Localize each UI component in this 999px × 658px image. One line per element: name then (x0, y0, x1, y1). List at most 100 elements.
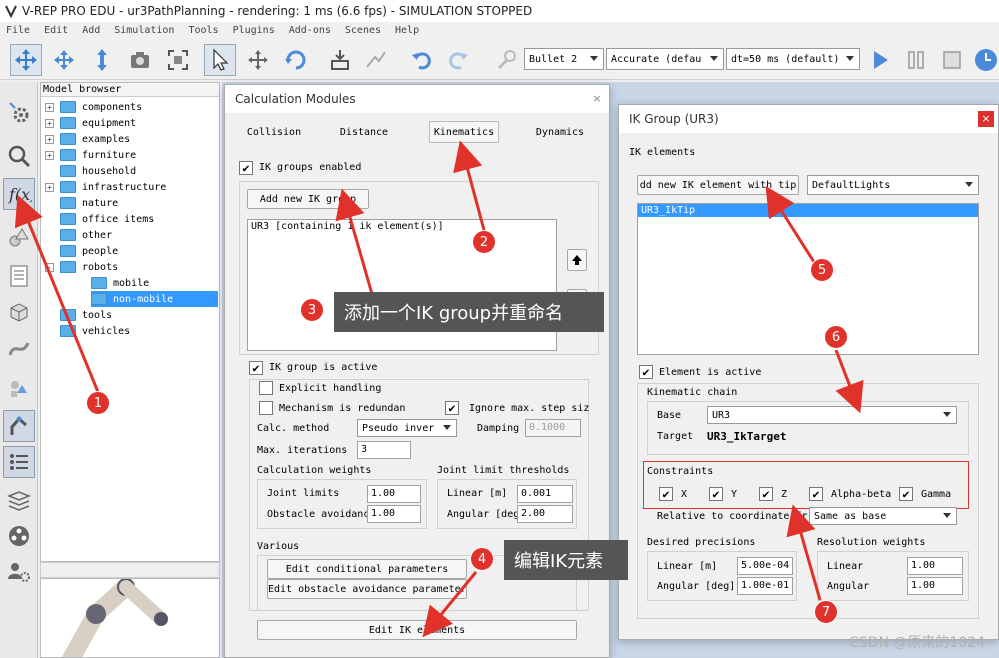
scene-settings-button[interactable] (3, 96, 35, 128)
model-properties-button[interactable] (3, 296, 35, 328)
tree-item-robots[interactable]: - robots (45, 259, 118, 275)
undo-button[interactable] (406, 44, 438, 76)
constraint-gamma-checkbox[interactable]: ✔ (899, 487, 913, 501)
add-shapes-button[interactable] (3, 222, 35, 254)
jlt-angular-input[interactable]: 2.00 (517, 505, 573, 523)
tab-dynamics[interactable]: Dynamics (525, 121, 595, 143)
redo-button[interactable] (442, 44, 474, 76)
tab-collision[interactable]: Collision (237, 121, 311, 143)
simulation-settings-button[interactable] (490, 44, 522, 76)
physics-engine-select[interactable]: Bullet 2 (524, 48, 604, 70)
tree-item-people[interactable]: people (60, 243, 118, 259)
object-rotate-button[interactable] (280, 44, 312, 76)
rw-linear-input[interactable]: 1.00 (907, 557, 963, 575)
layers-button[interactable] (3, 484, 35, 516)
ik-element-list[interactable]: UR3_IkTip (637, 203, 979, 355)
menu-tools[interactable]: Tools (188, 25, 218, 36)
camera-fit-button[interactable] (124, 44, 156, 76)
add-ik-group-button[interactable]: Add new IK group (247, 189, 369, 209)
close-icon[interactable]: × (978, 111, 994, 127)
constraint-z-checkbox[interactable]: ✔ (759, 487, 773, 501)
stop-simulation-button[interactable] (936, 44, 968, 76)
robot-joints-button[interactable] (3, 410, 35, 442)
path-button[interactable] (3, 332, 35, 364)
object-list-button[interactable] (3, 446, 35, 478)
tab-kinematics[interactable]: Kinematics (429, 121, 499, 143)
camera-pan-button[interactable] (10, 44, 42, 76)
joint-limits-input[interactable]: 1.00 (367, 485, 421, 503)
expand-icon[interactable]: + (45, 134, 54, 144)
expand-icon[interactable]: + (45, 102, 54, 112)
edit-obstacle-avoidance-button[interactable]: Edit obstacle avoidance parameters (267, 579, 467, 599)
menu-addons[interactable]: Add-ons (289, 25, 331, 36)
tree-item-equipment[interactable]: + equipment (45, 115, 136, 131)
jlt-linear-input[interactable]: 0.001 (517, 485, 573, 503)
tree-item-tools[interactable]: tools (60, 307, 112, 323)
edit-ik-elements-button[interactable]: Edit IK elements (257, 620, 577, 640)
expand-icon[interactable]: + (45, 118, 54, 128)
camera-shift-button[interactable] (86, 44, 118, 76)
expand-icon[interactable]: + (45, 150, 54, 160)
mechanism-redundant-checkbox[interactable] (259, 401, 273, 415)
menu-scenes[interactable]: Scenes (345, 25, 381, 36)
fit-to-view-button[interactable] (162, 44, 194, 76)
menu-plugins[interactable]: Plugins (233, 25, 275, 36)
tree-item-household[interactable]: household (60, 163, 136, 179)
accuracy-select[interactable]: Accurate (defau (606, 48, 724, 70)
tip-dummy-select[interactable]: DefaultLights (807, 175, 979, 195)
add-ik-element-button[interactable]: dd new IK element with tip (637, 175, 799, 195)
edit-conditional-parameters-button[interactable]: Edit conditional parameters (267, 559, 467, 579)
constraint-x-checkbox[interactable]: ✔ (659, 487, 673, 501)
tree-item-components[interactable]: + components (45, 99, 142, 115)
calculation-modules-button[interactable]: f(x) (3, 178, 35, 210)
primitives-button[interactable] (3, 372, 35, 404)
start-simulation-button[interactable] (864, 44, 896, 76)
tree-item-mobile[interactable]: mobile (91, 275, 149, 291)
ignore-max-step-checkbox[interactable]: ✔ (445, 401, 459, 415)
collapse-icon[interactable]: - (45, 262, 54, 272)
path-edit-button[interactable] (360, 44, 392, 76)
camera-rotate-button[interactable] (48, 44, 80, 76)
tree-item-infrastructure[interactable]: + infrastructure (45, 179, 166, 195)
obstacle-avoidance-input[interactable]: 1.00 (367, 505, 421, 523)
tree-item-furniture[interactable]: + furniture (45, 147, 136, 163)
tree-item-examples[interactable]: + examples (45, 131, 130, 147)
tree-item-nature[interactable]: nature (60, 195, 118, 211)
ik-group-active-checkbox[interactable]: ✔ (249, 361, 263, 375)
tree-item-non-mobile[interactable]: non-mobile (91, 291, 218, 307)
rw-angular-input[interactable]: 1.00 (907, 577, 963, 595)
tree-item-vehicles[interactable]: vehicles (60, 323, 130, 339)
list-item[interactable]: UR3_IkTip (638, 204, 978, 217)
tree-item-other[interactable]: other (60, 227, 112, 243)
tab-distance[interactable]: Distance (329, 121, 399, 143)
select-tool-button[interactable] (204, 44, 236, 76)
pause-simulation-button[interactable] (900, 44, 932, 76)
base-select[interactable]: UR3 (707, 406, 957, 424)
close-icon[interactable]: × (589, 91, 605, 107)
menu-simulation[interactable]: Simulation (114, 25, 174, 36)
element-active-checkbox[interactable]: ✔ (639, 365, 653, 379)
max-iterations-input[interactable]: 3 (357, 441, 411, 459)
menu-help[interactable]: Help (395, 25, 419, 36)
calc-method-select[interactable]: Pseudo inver (357, 419, 457, 437)
object-shift-button[interactable] (242, 44, 274, 76)
explicit-handling-checkbox[interactable] (259, 381, 273, 395)
constraint-y-checkbox[interactable]: ✔ (709, 487, 723, 501)
model-browser-scrollbar[interactable] (40, 562, 220, 578)
selection-button[interactable] (3, 140, 35, 172)
list-item[interactable]: UR3 [containing 1 ik element(s)] (248, 220, 556, 233)
tree-item-office-items[interactable]: office items (60, 211, 154, 227)
relative-to-select[interactable]: Same as base (809, 507, 957, 525)
scene-hierarchy-button[interactable] (3, 260, 35, 292)
menu-file[interactable]: File (6, 25, 30, 36)
menu-edit[interactable]: Edit (44, 25, 68, 36)
timestep-select[interactable]: dt=50 ms (default) (726, 48, 860, 70)
move-up-button[interactable] (567, 249, 587, 271)
video-recorder-button[interactable] (3, 520, 35, 552)
expand-icon[interactable]: + (45, 182, 54, 192)
ik-groups-enabled-checkbox[interactable]: ✔ (239, 161, 253, 175)
assemble-button[interactable] (324, 44, 356, 76)
realtime-mode-button[interactable] (970, 44, 999, 76)
damping-input[interactable]: 0.1000 (525, 419, 581, 437)
dp-angular-input[interactable]: 1.00e-01 (737, 577, 793, 595)
